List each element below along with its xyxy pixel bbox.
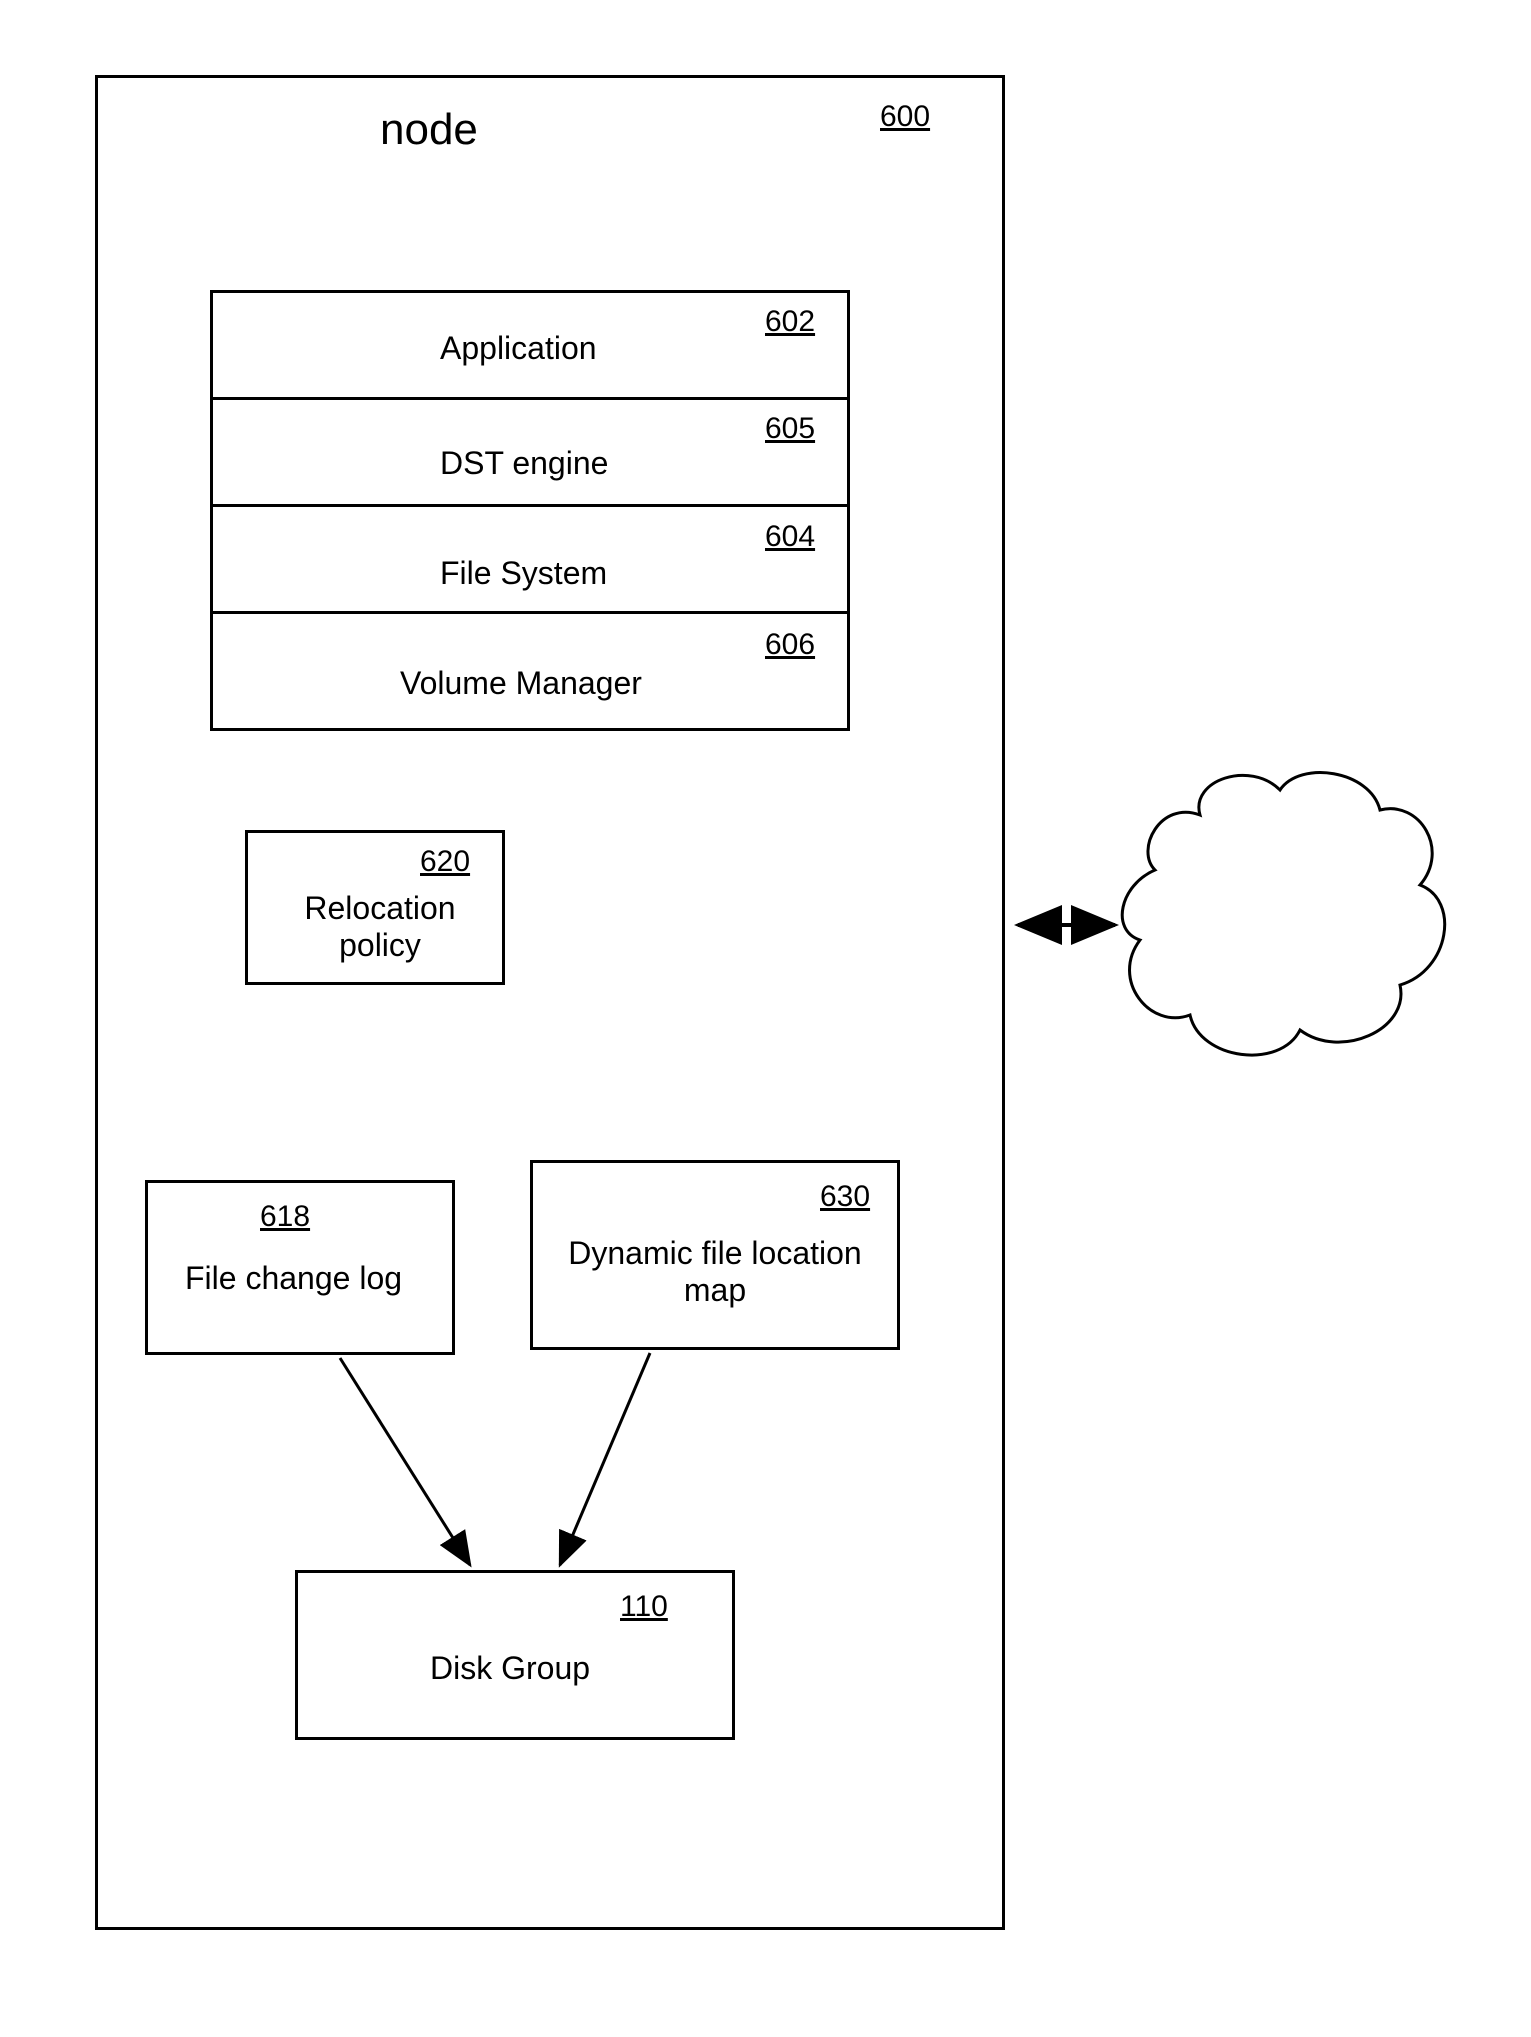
dynamic-map-ref: 630 — [820, 1180, 870, 1214]
relocation-policy-ref: 620 — [420, 845, 470, 879]
node-ref: 600 — [880, 100, 930, 134]
stack-fs-ref: 604 — [765, 520, 815, 554]
diagram-canvas: node 600 Application 602 DST engine 605 … — [0, 0, 1531, 2037]
stack-vm-ref: 606 — [765, 628, 815, 662]
stack-dst-label: DST engine — [440, 445, 608, 482]
stack-vm-label: Volume Manager — [400, 665, 642, 702]
node-title: node — [380, 105, 478, 155]
stack-application-label: Application — [440, 330, 597, 367]
disk-group-ref: 110 — [620, 1590, 668, 1624]
file-change-log-label: File change log — [185, 1260, 402, 1297]
file-change-log-ref: 618 — [260, 1200, 310, 1234]
cloud-ref: 640 — [1245, 930, 1298, 967]
relocation-policy-label: Relocation policy — [300, 890, 460, 964]
stack-application-ref: 602 — [765, 305, 815, 339]
stack-dst-ref: 605 — [765, 412, 815, 446]
disk-group-label: Disk Group — [430, 1650, 590, 1687]
dynamic-map-label: Dynamic file location map — [555, 1235, 875, 1309]
stack-fs-label: File System — [440, 555, 607, 592]
cloud-shape — [1122, 773, 1444, 1056]
